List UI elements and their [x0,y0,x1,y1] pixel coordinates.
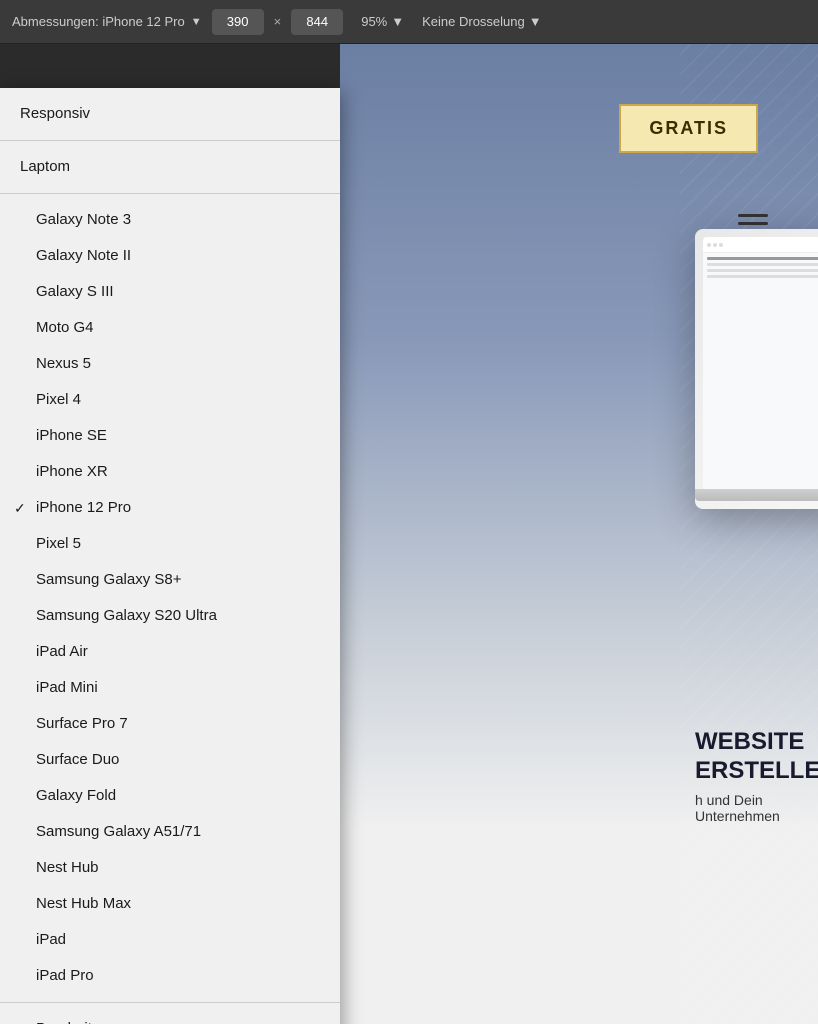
dropdown-section-devices: Galaxy Note 3 Galaxy Note II Galaxy S II… [0,198,340,998]
dropdown-item-nexus-5[interactable]: Nexus 5 [0,346,340,382]
dropdown-section-laptop: Laptom [0,145,340,189]
dropdown-item-label: Samsung Galaxy S8+ [36,571,182,589]
dropdown-item-label: Moto G4 [36,319,94,337]
height-input[interactable] [291,9,343,35]
dropdown-divider [0,193,340,194]
dropdown-item-label: Responsiv [20,105,90,123]
dropdown-item-label: Surface Pro 7 [36,715,128,733]
mockup-laptop-body [695,229,818,509]
zoom-label: 95% [361,14,387,29]
mockup-base [695,489,818,501]
toolbar: Abmessungen: iPhone 12 Pro ▼ × 95% ▼ Kei… [0,0,818,44]
mockup-text-line [707,269,818,272]
preview-heading: WEBSITE ERSTELLEN: [695,728,818,786]
dropdown-item-label: Pixel 5 [36,535,81,553]
dropdown-item-label: Pixel 4 [36,391,81,409]
dropdown-item-galaxy-fold[interactable]: Galaxy Fold [0,778,340,814]
stripe-background [680,44,818,1024]
preview-text-block: WEBSITE ERSTELLEN: h und Dein Unternehme… [695,728,818,824]
dropdown-item-galaxy-note-3[interactable]: Galaxy Note 3 [0,202,340,238]
dropdown-item-label: Laptom [20,158,70,176]
dropdown-divider [0,1002,340,1003]
website-preview: GRATIS [340,44,818,1024]
dropdown-item-pixel-5[interactable]: Pixel 5 [0,526,340,562]
dropdown-item-nest-hub-max[interactable]: Nest Hub Max [0,886,340,922]
dropdown-item-label: iPad Mini [36,679,98,697]
throttle-label: Keine Drosselung [422,14,525,29]
gratis-label: GRATIS [649,118,728,138]
mockup-text-line [707,257,818,260]
dimensions-label: Abmessungen: iPhone 12 Pro [12,14,185,29]
mockup-nav-dot [719,243,723,247]
mockup-text-line [707,263,818,266]
dropdown-item-ipad[interactable]: iPad [0,922,340,958]
mockup-text-line [707,275,818,278]
zoom-arrow: ▼ [391,14,404,29]
mockup-nav-bar [703,237,818,253]
dropdown-item-galaxy-note-ii[interactable]: Galaxy Note II [0,238,340,274]
dropdown-item-samsung-galaxy-s8plus[interactable]: Samsung Galaxy S8+ [0,562,340,598]
dropdown-item-samsung-galaxy-a51[interactable]: Samsung Galaxy A51/71 [0,814,340,850]
dropdown-item-label: iPad Air [36,643,88,661]
dropdown-item-surface-pro-7[interactable]: Surface Pro 7 [0,706,340,742]
dropdown-item-iphone-12-pro[interactable]: iPhone 12 Pro [0,490,340,526]
dropdown-item-ipad-pro[interactable]: iPad Pro [0,958,340,994]
dropdown-item-pixel-4[interactable]: Pixel 4 [0,382,340,418]
dropdown-item-label: iPhone 12 Pro [36,499,131,517]
dimensions-selector[interactable]: Abmessungen: iPhone 12 Pro ▼ [12,14,202,29]
mockup-text-block [707,257,818,485]
throttle-selector[interactable]: Keine Drosselung ▼ [422,14,542,29]
mockup-screen [703,237,818,489]
dropdown-item-label: iPhone XR [36,463,108,481]
dropdown-item-galaxy-s-iii[interactable]: Galaxy S III [0,274,340,310]
dropdown-item-iphone-xr[interactable]: iPhone XR [0,454,340,490]
dropdown-item-moto-g4[interactable]: Moto G4 [0,310,340,346]
mockup-nav-dot [707,243,711,247]
dimensions-x-separator: × [274,14,282,29]
hamburger-line-2 [738,222,768,225]
dimensions-dropdown-arrow: ▼ [191,16,202,28]
dropdown-item-label: Galaxy Note II [36,247,131,265]
dropdown-item-laptom[interactable]: Laptom [0,149,340,185]
dropdown-item-label: iPad [36,931,66,949]
zoom-selector[interactable]: 95% ▼ [361,14,404,29]
dropdown-item-label: iPad Pro [36,967,94,985]
dropdown-item-label: Samsung Galaxy S20 Ultra [36,607,217,625]
dropdown-item-surface-duo[interactable]: Surface Duo [0,742,340,778]
dropdown-item-iphone-se[interactable]: iPhone SE [0,418,340,454]
dropdown-divider [0,140,340,141]
dropdown-item-ipad-mini[interactable]: iPad Mini [0,670,340,706]
width-input[interactable] [212,9,264,35]
throttle-arrow: ▼ [529,14,542,29]
dropdown-item-label: Samsung Galaxy A51/71 [36,823,201,841]
dropdown-item-label: Bearbeiten... [36,1020,121,1024]
dropdown-item-label: Galaxy S III [36,283,114,301]
dropdown-item-bearbeiten[interactable]: Bearbeiten... [0,1011,340,1024]
dropdown-item-ipad-air[interactable]: iPad Air [0,634,340,670]
dropdown-item-nest-hub[interactable]: Nest Hub [0,850,340,886]
preview-subtext: h und Dein Unternehmen [695,792,818,824]
mockup-content-area [703,253,818,489]
device-dropdown-menu: Responsiv Laptom Galaxy Note 3 Galaxy No… [0,88,340,1024]
dropdown-item-label: Nest Hub [36,859,99,877]
dropdown-item-label: Surface Duo [36,751,119,769]
dropdown-section-responsive: Responsiv [0,92,340,136]
dropdown-section-edit: Bearbeiten... [0,1007,340,1024]
dropdown-item-label: Galaxy Fold [36,787,116,805]
main-area: GRATIS [0,44,818,1024]
dropdown-item-responsiv[interactable]: Responsiv [0,96,340,132]
dropdown-item-samsung-galaxy-s20-ultra[interactable]: Samsung Galaxy S20 Ultra [0,598,340,634]
dropdown-item-label: Nexus 5 [36,355,91,373]
hamburger-line-1 [738,214,768,217]
mockup-nav-dot [713,243,717,247]
gratis-button: GRATIS [619,104,758,153]
laptop-mockup [695,229,818,509]
dropdown-item-label: iPhone SE [36,427,107,445]
dropdown-item-label: Galaxy Note 3 [36,211,131,229]
dropdown-item-label: Nest Hub Max [36,895,131,913]
